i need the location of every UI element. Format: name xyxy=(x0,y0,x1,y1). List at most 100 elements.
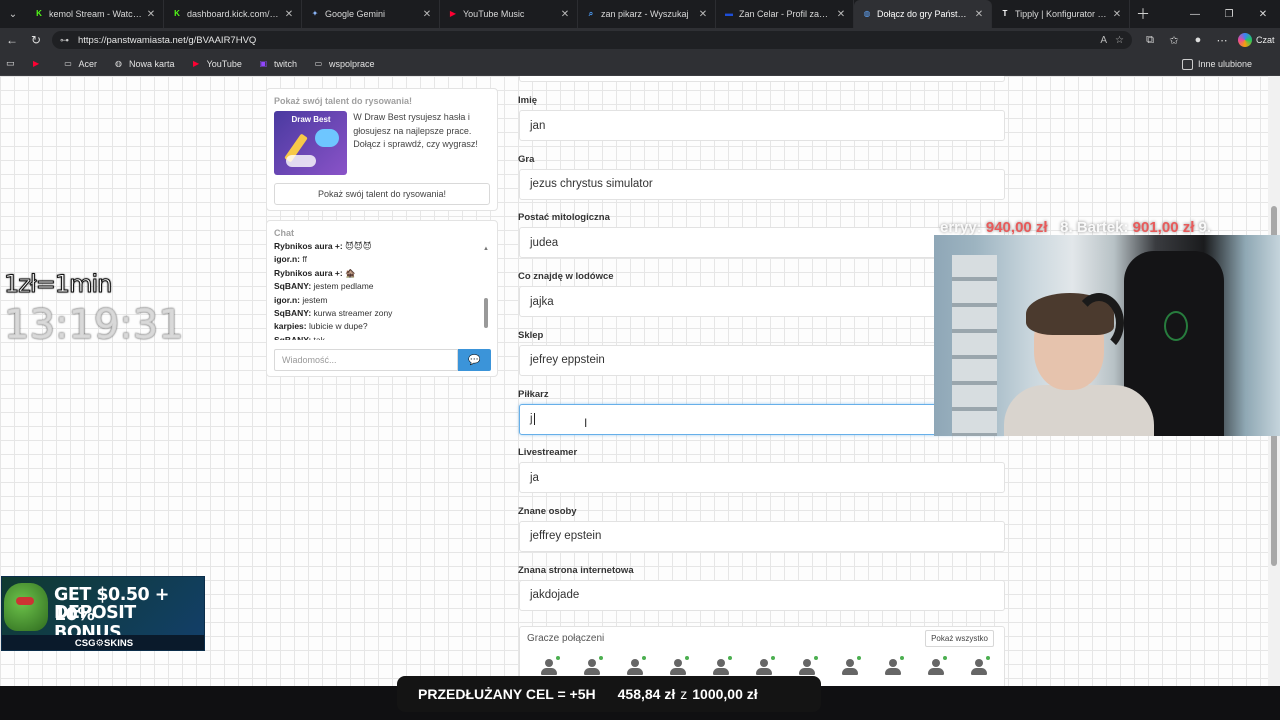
ticker-value-2: 901,00 zł xyxy=(1132,219,1195,236)
online-status-dot xyxy=(599,656,603,660)
text-caret xyxy=(533,413,535,425)
chat-scrollbar[interactable]: ▲ xyxy=(483,246,489,336)
ticker-prefix: erryy: xyxy=(940,219,982,236)
close-tab-icon[interactable]: ✕ xyxy=(835,9,847,20)
browser-tab[interactable]: Kdashboard.kick.com/stream✕ xyxy=(164,0,302,28)
bookmark-item[interactable]: ▭ Acer xyxy=(63,58,97,69)
text-cursor-icon: I xyxy=(584,416,588,430)
tab-title: dashboard.kick.com/stream xyxy=(187,9,280,19)
online-status-dot xyxy=(728,656,732,660)
extensions-icon[interactable]: ⧉ xyxy=(1138,34,1162,47)
chat-message-input[interactable]: Wiadomość... xyxy=(274,349,458,371)
chat-message: SqBANY: tak xyxy=(274,334,490,340)
close-tab-icon[interactable]: ✕ xyxy=(421,9,433,20)
chat-message: igor.n: ff xyxy=(274,253,490,266)
site-info-icon[interactable]: ⊶ xyxy=(60,35,72,46)
answer-input[interactable]: judea xyxy=(519,227,1005,259)
chat-text: lubicie w dupe? xyxy=(308,321,368,332)
show-all-button[interactable]: Pokaż wszystko xyxy=(925,630,994,647)
maximize-icon[interactable]: ❐ xyxy=(1212,0,1246,28)
field-label: Znana strona internetowa xyxy=(518,564,634,576)
read-aloud-icon[interactable]: A xyxy=(1100,35,1107,46)
close-tab-icon[interactable]: ✕ xyxy=(1111,9,1123,20)
browser-tab[interactable]: ▶ YouTube Music ✕ xyxy=(440,0,578,28)
browser-tab[interactable]: T Tipply | Konfigurator (Twój c✕ xyxy=(992,0,1130,28)
drawbest-image[interactable]: Draw Best xyxy=(274,111,348,175)
mascot-icon xyxy=(4,583,48,631)
field-label: Piłkarz xyxy=(518,388,549,400)
minimize-icon[interactable]: — xyxy=(1178,0,1212,28)
close-tab-icon[interactable]: ✕ xyxy=(559,9,571,20)
reload-icon[interactable]: ↻ xyxy=(24,28,48,52)
bookmarks-toggle-icon[interactable]: ▭ xyxy=(6,58,15,69)
answer-value: jakdojade xyxy=(530,589,580,602)
player-avatar-icon[interactable] xyxy=(970,656,1013,683)
razer-logo-icon xyxy=(1164,311,1188,341)
chat-bubble-icon: 💬 xyxy=(468,354,481,366)
online-status-dot xyxy=(943,656,947,660)
address-bar[interactable]: ⊶ https://panstwamiasta.net/g/BVAAIR7HVQ… xyxy=(52,31,1132,49)
online-status-dot xyxy=(857,656,861,660)
back-icon[interactable]: ← xyxy=(0,28,24,52)
drawbest-button[interactable]: Pokaż swój talent do rysowania! xyxy=(274,183,490,205)
close-tab-icon[interactable]: ✕ xyxy=(973,9,985,20)
browser-tab[interactable]: Kkemol Stream - Watch Live o✕ xyxy=(26,0,164,28)
answer-input[interactable]: jan xyxy=(519,110,1005,141)
browser-tab[interactable]: ✦ Google Gemini ✕ xyxy=(302,0,440,28)
answer-input[interactable]: jezus chrystus simulator xyxy=(519,168,1005,200)
other-favorites-label: Inne ulubione xyxy=(1197,59,1252,69)
chat-messages: Rybnikos aura +: 😈😈😈 igor.n: ff Rybnikos a… xyxy=(274,240,490,340)
goal-bar: PRZEDŁUŻANY CEL = +5H 458,84 zł z 1000,0… xyxy=(397,676,821,712)
bookmark-item[interactable]: ▣ twitch xyxy=(258,58,297,69)
chat-message: Rybnikos aura +: 🏚️ xyxy=(274,267,490,280)
close-tab-icon[interactable]: ✕ xyxy=(283,9,295,20)
tab-title: Zan Celar - Profil zawodnika xyxy=(739,9,832,19)
ticker-value-1: 940,00 zł xyxy=(985,219,1048,236)
answer-input[interactable]: jajka xyxy=(519,286,1005,318)
scroll-up-icon[interactable]: ▲ xyxy=(483,246,489,252)
bookmarks-bar: ▭ ▶ ▭ Acer ◍ Nowa karta ▶ YouTube ▣ twitch ▭ wspol… xyxy=(0,52,1280,76)
bookmark-item[interactable]: ▶ YouTube xyxy=(191,58,242,69)
bookmark-label: Nowa karta xyxy=(129,58,175,69)
answer-input[interactable]: jeffrey epstein xyxy=(519,520,1005,552)
bookmark-item[interactable]: ◍ Nowa karta xyxy=(113,58,175,69)
field-label: Postać mitologiczna xyxy=(518,212,610,224)
send-message-button[interactable]: 💬 xyxy=(458,349,491,371)
answer-input[interactable]: ja xyxy=(519,462,1005,494)
answer-input[interactable]: j xyxy=(519,403,1005,435)
chat-username: SqBANY: xyxy=(274,281,312,292)
form-card-edge xyxy=(519,76,1005,82)
gemini-icon: ✦ xyxy=(311,9,319,18)
answer-value: jan xyxy=(530,119,546,132)
other-favorites[interactable]: Inne ulubione xyxy=(1181,52,1252,76)
copilot-button[interactable]: Czat xyxy=(1238,33,1275,47)
bookmark-item[interactable]: ▭ wspolprace xyxy=(313,58,375,69)
tab-actions-icon[interactable]: ⌄ xyxy=(0,0,26,28)
chat-message: SqBANY: kurwa streamer zony xyxy=(274,307,490,320)
answer-input[interactable]: jefrey eppstein xyxy=(519,344,1005,376)
profile-icon[interactable]: ● xyxy=(1186,34,1210,46)
chat-text: jestem xyxy=(302,294,328,305)
more-menu-icon[interactable]: ⋯ xyxy=(1210,34,1234,47)
close-window-icon[interactable]: ✕ xyxy=(1246,0,1280,28)
close-tab-icon[interactable]: ✕ xyxy=(697,9,709,20)
favorite-star-icon[interactable]: ☆ xyxy=(1115,35,1124,46)
player-avatar-icon[interactable] xyxy=(927,656,970,683)
answer-input[interactable]: jakdojade xyxy=(519,579,1005,611)
close-tab-icon[interactable]: ✕ xyxy=(145,9,157,20)
chat-username: SqBANY: xyxy=(274,334,312,340)
bookmark-item[interactable]: ▶ xyxy=(31,58,47,69)
online-status-dot xyxy=(771,656,775,660)
answer-value: jajka xyxy=(530,295,554,308)
browser-tab[interactable]: ▬ Zan Celar - Profil zawodnika✕ xyxy=(716,0,854,28)
field-label: Co znajdę w lodówce xyxy=(518,271,614,283)
goal-target: 1000,00 zł xyxy=(692,686,758,702)
twitch-icon: ▣ xyxy=(259,59,268,68)
browser-tab[interactable]: ⌕ zan pikarz - Wyszukaj ✕ xyxy=(578,0,716,28)
favorites-icon[interactable]: ✩ xyxy=(1162,34,1186,47)
csgoskins-ad[interactable]: GET $0.50 + 10% DEPOSIT BONUS CSG⚙SKINS xyxy=(1,576,205,651)
player-avatar-icon[interactable] xyxy=(841,656,884,683)
player-avatar-icon[interactable] xyxy=(884,656,927,683)
browser-tab[interactable]: ◍ Dołącz do gry Państwa Miasta✕ xyxy=(854,0,992,28)
new-tab-button[interactable]: ＋ xyxy=(1130,0,1156,28)
